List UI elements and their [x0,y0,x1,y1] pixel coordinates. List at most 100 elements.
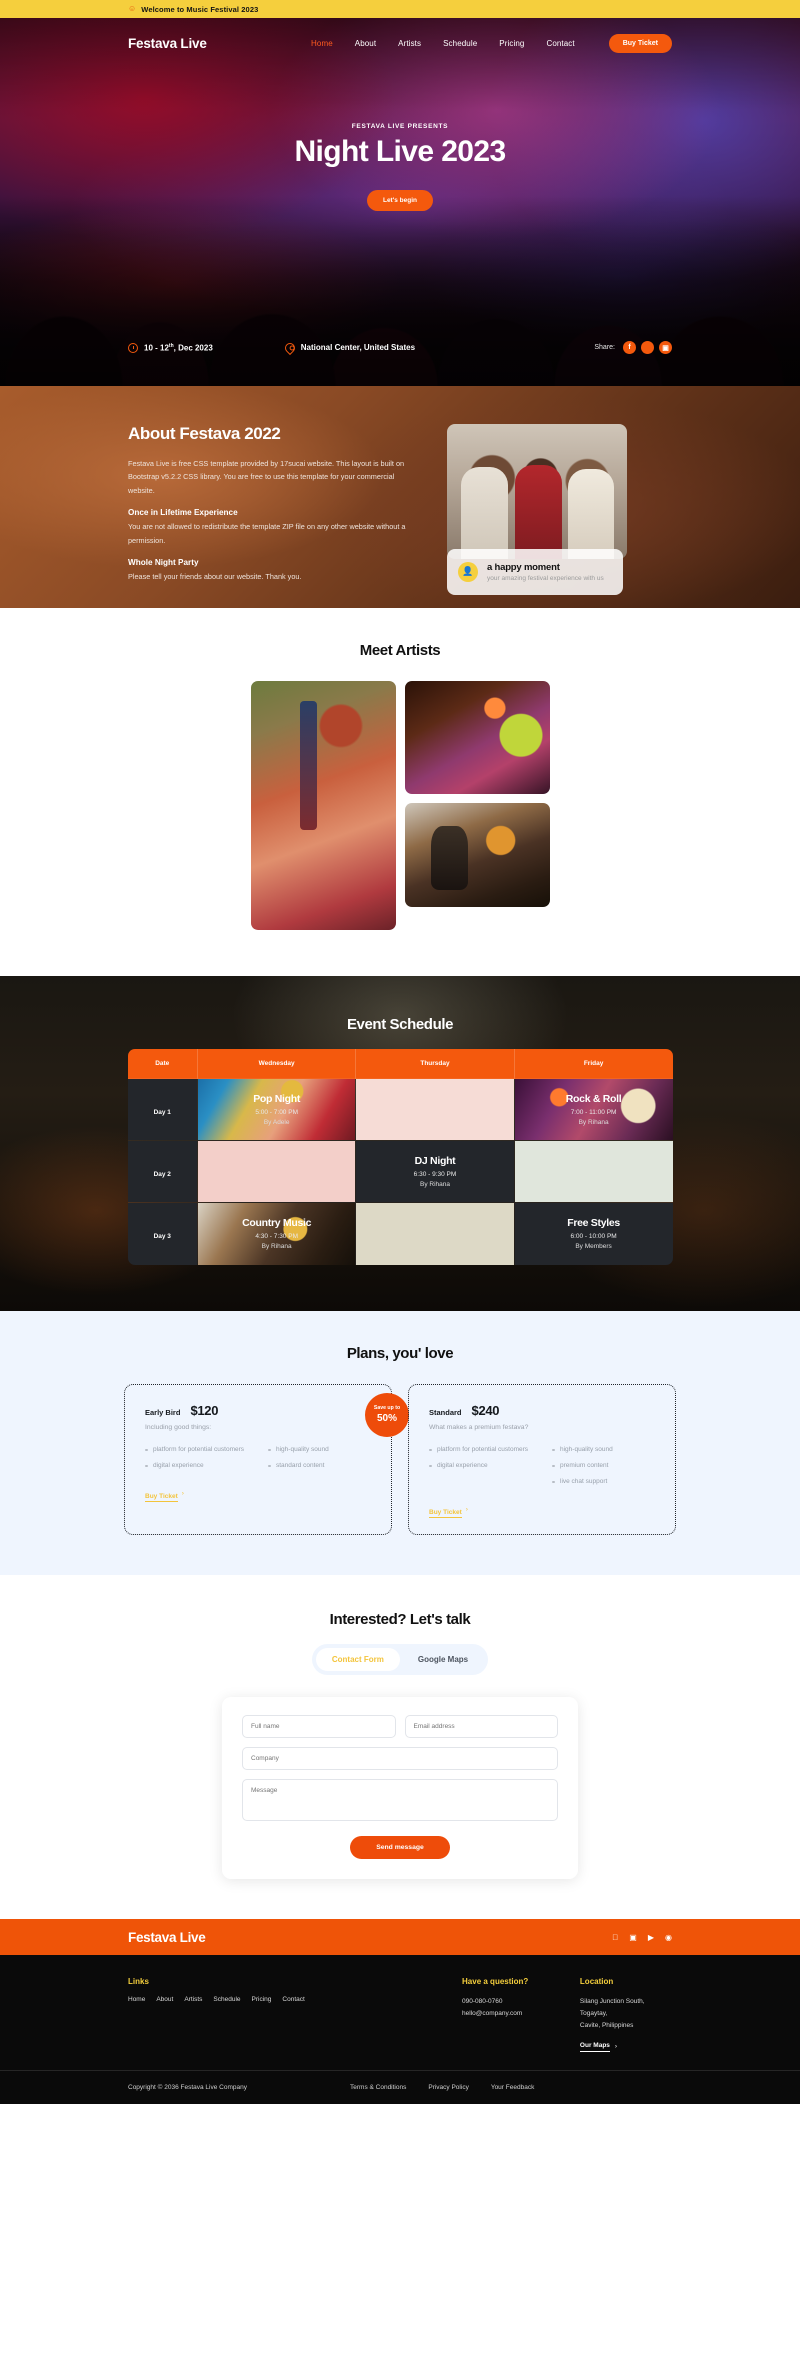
artist-photo-middle[interactable] [405,681,550,794]
feedback-link[interactable]: Your Feedback [491,2084,535,2091]
plan-subtitle: Including good things: [145,1424,371,1431]
event-time: 4:30 - 7:30 PM [198,1233,355,1240]
schedule-section: Event Schedule Date Wednesday Thursday F… [0,976,800,1311]
footer-link-contact[interactable]: Contact [282,1996,304,2003]
footer-question-column: Have a question? 090-080-0760 hello@comp… [462,1977,580,2052]
pricing-heading: Plans, you' love [0,1345,800,1362]
pricing-cards: Early Bird $120 Including good things: p… [0,1384,800,1536]
email-input[interactable] [405,1715,559,1738]
pricing-section: Plans, you' love Early Bird $120 Includi… [0,1311,800,1576]
schedule-cell-content: DJ Night 6:30 - 9:30 PM By Rihana [356,1155,513,1188]
main-navbar: Festava Live Home About Artists Schedule… [0,18,800,68]
plan-price: $120 [190,1403,218,1418]
nav-links: Home About Artists Schedule Pricing Cont… [311,34,672,53]
schedule-event-cell[interactable]: Pop Night 5:00 - 7:00 PM By Adele [198,1079,356,1141]
event-title: Free Styles [515,1217,673,1229]
privacy-link[interactable]: Privacy Policy [428,2084,468,2091]
footer-link-about[interactable]: About [156,1996,173,2003]
footer-main: Links Home About Artists Schedule Pricin… [0,1955,800,2070]
nav-item-about[interactable]: About [355,39,376,48]
contact-form-card: Send message [222,1697,578,1879]
about-sub1-text: You are not allowed to redistribute the … [128,520,423,547]
buy-ticket-button[interactable]: Buy Ticket [609,34,672,53]
artists-section: Meet Artists [0,608,800,976]
artists-heading: Meet Artists [0,642,800,659]
schedule-day-cell: Day 2 [128,1141,198,1203]
hero-meta-bar: 10 - 12th, Dec 2023 National Center, Uni… [0,341,800,354]
footer-links-list: Home About Artists Schedule Pricing Cont… [128,1996,462,2003]
user-icon: ☺ [128,5,136,13]
event-title: Country Music [198,1217,355,1229]
list-item: digital experience [429,1461,534,1471]
hero-share: Share: f 𝉳 ▣ [594,341,672,354]
lets-begin-button[interactable]: Let's begin [367,190,433,211]
schedule-event-cell[interactable]: Free Styles 6:00 - 10:00 PM By Members [514,1203,672,1265]
site-brand[interactable]: Festava Live [128,36,207,51]
footer-link-pricing[interactable]: Pricing [252,1996,272,2003]
footer-link-artists[interactable]: Artists [184,1996,202,2003]
schedule-content: Event Schedule Date Wednesday Thursday F… [0,1016,800,1265]
footer-link-home[interactable]: Home [128,1996,145,2003]
plan-features: platform for potential customers digital… [145,1445,371,1477]
schedule-col-thursday: Thursday [356,1049,514,1079]
footer-brand: Festava Live [128,1930,205,1945]
youtube-icon[interactable]: ▶ [648,1933,654,1942]
facebook-icon[interactable]: f [623,341,636,354]
footer-location-heading: Location [580,1977,672,1986]
nav-item-pricing[interactable]: Pricing [499,39,524,48]
list-item: high-quality sound [268,1445,329,1455]
instagram-icon[interactable]: ▣ [629,1933,637,1942]
save-badge-percent: 50% [377,1413,397,1424]
footer-phone[interactable]: 090-080-0760 [462,1996,580,2008]
schedule-col-date: Date [128,1049,198,1079]
form-row-name-email [242,1715,558,1738]
schedule-event-cell[interactable]: Country Music 4:30 - 7:30 PM By Rihana [198,1203,356,1265]
terms-link[interactable]: Terms & Conditions [350,2084,406,2091]
chevron-right-icon: › [466,1506,468,1513]
hero-title: Night Live 2023 [0,135,800,168]
schedule-day-cell: Day 3 [128,1203,198,1265]
list-item: high-quality sound [552,1445,613,1455]
plan-name: Early Bird [145,1408,180,1417]
message-textarea[interactable] [242,1779,558,1821]
footer-link-schedule[interactable]: Schedule [213,1996,240,2003]
nav-item-contact[interactable]: Contact [546,39,574,48]
artist-photo-bottom[interactable] [405,803,550,907]
announcement-bar: ☺ Welcome to Music Festival 2023 [0,0,800,18]
schedule-col-wednesday: Wednesday [198,1049,356,1079]
schedule-header-row: Date Wednesday Thursday Friday [128,1049,673,1079]
pinterest-icon[interactable]: ◉ [665,1933,672,1942]
nav-item-schedule[interactable]: Schedule [443,39,477,48]
twitter-icon[interactable]: 𝉳 [641,341,654,354]
tab-google-maps[interactable]: Google Maps [402,1648,484,1671]
schedule-empty-cell [514,1141,672,1203]
event-title: Pop Night [198,1093,355,1105]
footer-brand-bar: Festava Live 𝉳  ▣ ▶ ◉ [0,1919,800,1955]
our-maps-link[interactable]: Our Maps [580,2042,610,2052]
tab-contact-form[interactable]: Contact Form [316,1648,400,1671]
full-name-input[interactable] [242,1715,396,1738]
company-input[interactable] [242,1747,558,1770]
footer-location-column: Location Silang Junction South, Togaytay… [580,1977,672,2052]
event-title: DJ Night [356,1155,513,1167]
hero-date: 10 - 12th, Dec 2023 [128,343,213,353]
save-badge-label: Save up to [374,1405,400,1411]
instagram-icon[interactable]: ▣ [659,341,672,354]
plan-buy-ticket-link[interactable]: Buy Ticket [429,1509,462,1519]
about-heading: About Festava 2022 [128,424,423,444]
plan-buy-ticket-link[interactable]: Buy Ticket [145,1493,178,1503]
schedule-event-cell[interactable]: DJ Night 6:30 - 9:30 PM By Rihana [356,1141,514,1203]
apple-icon[interactable]:  [612,1933,618,1942]
nav-item-artists[interactable]: Artists [398,39,421,48]
nav-item-home[interactable]: Home [311,39,333,48]
about-content: About Festava 2022 Festava Live is free … [0,386,800,595]
event-artist: By Members [515,1243,673,1250]
schedule-event-cell[interactable]: Rock & Roll 7:00 - 11:00 PM By Rihana [514,1079,672,1141]
table-row: Day 1 Pop Night 5:00 - 7:00 PM By Adele [128,1079,673,1141]
send-message-button[interactable]: Send message [350,1836,450,1859]
event-title: Rock & Roll [515,1093,673,1105]
footer-email[interactable]: hello@company.com [462,2008,580,2020]
artist-photo-large[interactable] [251,681,396,930]
schedule-cell-content: Pop Night 5:00 - 7:00 PM By Adele [198,1093,355,1126]
contact-tabs: Contact Form Google Maps [312,1644,488,1675]
